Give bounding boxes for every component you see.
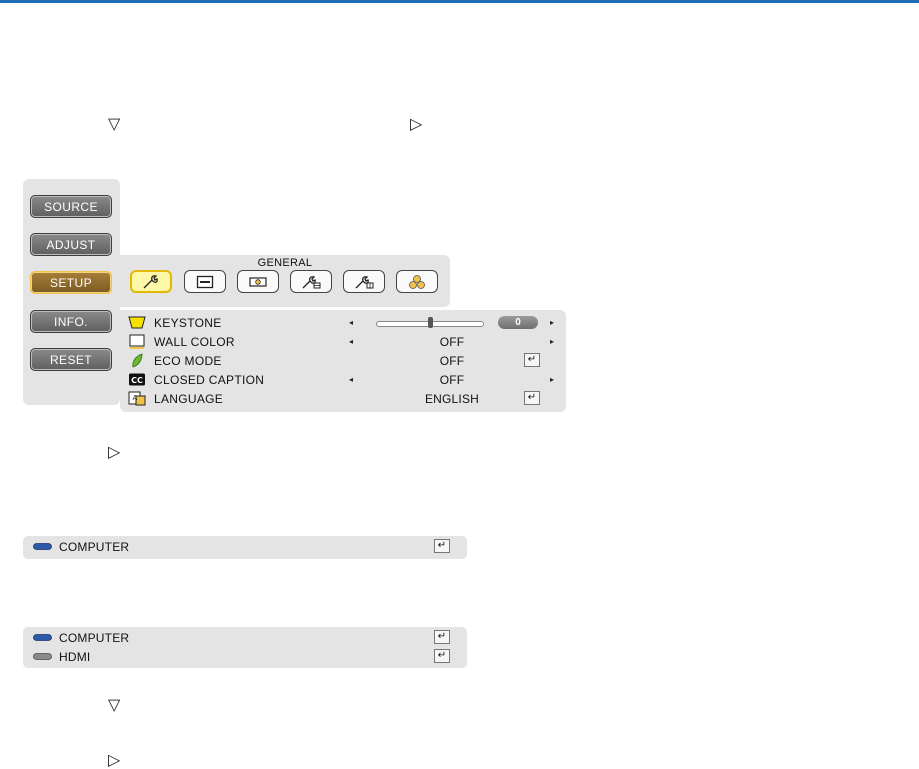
balls-icon [409, 274, 425, 289]
tab-options-1[interactable] [290, 270, 332, 293]
wall-color-label: WALL COLOR [154, 335, 235, 349]
tab-source-options[interactable] [396, 270, 438, 293]
wrench-icon [143, 274, 158, 288]
arrow-left-icon[interactable]: ◂ [349, 318, 353, 327]
right-arrow-icon: ▷ [108, 750, 121, 769]
svg-text:A: A [133, 394, 138, 402]
settings-panel: KEYSTONE ◂ 0 ▸ WALL COLOR ◂ OFF ▸ ECO MO… [120, 310, 566, 412]
closed-caption-icon: CC [129, 373, 145, 386]
menu-reset-button[interactable]: RESET [30, 348, 112, 371]
menu-setup-button[interactable]: SETUP [30, 271, 112, 294]
tab-options-2[interactable] [343, 270, 385, 293]
down-arrow-icon: ▽ [108, 114, 121, 133]
language-label: LANGUAGE [154, 392, 224, 406]
closed-caption-label: CLOSED CAPTION [154, 373, 265, 387]
source-computer-label: COMPUTER [59, 631, 130, 645]
menu-window-icon [196, 275, 214, 288]
right-arrow-icon: ▷ [410, 114, 423, 133]
language-row[interactable]: A LANGUAGE ENGLISH ↵ [120, 389, 566, 408]
eco-mode-label: ECO MODE [154, 354, 222, 368]
enter-icon[interactable]: ↵ [524, 353, 540, 367]
svg-text:CC: CC [131, 376, 143, 385]
arrow-right-icon[interactable]: ▸ [550, 337, 554, 346]
menu-source-button[interactable]: SOURCE [30, 195, 112, 218]
menu-adjust-button[interactable]: ADJUST [30, 233, 112, 256]
right-arrow-icon: ▷ [108, 442, 121, 461]
source-item-hdmi[interactable]: HDMI ↵ [23, 648, 467, 666]
closed-caption-row[interactable]: CC CLOSED CAPTION ◂ OFF ▸ [120, 370, 566, 389]
keystone-row[interactable]: KEYSTONE ◂ 0 ▸ [120, 313, 566, 332]
source-list-single: COMPUTER ↵ [23, 536, 467, 559]
eco-mode-value: OFF [439, 354, 465, 368]
wrench-settings-icon [302, 275, 321, 288]
source-hdmi-label: HDMI [59, 650, 91, 664]
enter-icon[interactable]: ↵ [524, 391, 540, 405]
source-item-computer[interactable]: COMPUTER ↵ [23, 629, 467, 647]
tab-strip: GENERAL [120, 255, 450, 307]
enter-icon[interactable]: ↵ [434, 649, 450, 663]
wall-color-row[interactable]: WALL COLOR ◂ OFF ▸ [120, 332, 566, 351]
arrow-left-icon[interactable]: ◂ [349, 337, 353, 346]
enter-icon[interactable]: ↵ [434, 539, 450, 553]
wall-color-value: OFF [439, 335, 465, 349]
tab-installation[interactable] [237, 270, 279, 293]
computer-input-icon [33, 543, 52, 550]
tab-section-title: GENERAL [257, 257, 313, 269]
wrench-settings-icon [355, 275, 374, 288]
down-arrow-icon: ▽ [108, 695, 121, 714]
arrow-right-icon[interactable]: ▸ [550, 318, 554, 327]
wall-color-icon [129, 334, 145, 349]
keystone-slider-handle[interactable] [427, 317, 433, 328]
computer-input-icon [33, 634, 52, 641]
hdmi-input-icon [33, 653, 52, 660]
main-menu-panel: SOURCE ADJUST SETUP INFO. RESET [23, 179, 120, 405]
source-computer-label: COMPUTER [59, 540, 130, 554]
projector-icon [249, 276, 267, 287]
eco-mode-row[interactable]: ECO MODE OFF ↵ [120, 351, 566, 370]
tab-menu[interactable] [184, 270, 226, 293]
top-rule [0, 0, 919, 3]
keystone-label: KEYSTONE [154, 316, 222, 330]
tab-general[interactable] [130, 270, 172, 293]
language-icon: A [128, 391, 146, 406]
keystone-icon [128, 316, 146, 329]
source-list-double: COMPUTER ↵ HDMI ↵ [23, 627, 467, 668]
closed-caption-value: OFF [439, 373, 465, 387]
arrow-left-icon[interactable]: ◂ [349, 375, 353, 384]
source-item-computer[interactable]: COMPUTER ↵ [23, 538, 467, 556]
menu-info-button[interactable]: INFO. [30, 310, 112, 333]
keystone-value: 0 [498, 316, 538, 329]
enter-icon[interactable]: ↵ [434, 630, 450, 644]
language-value: ENGLISH [424, 392, 480, 406]
leaf-icon [132, 353, 143, 368]
arrow-right-icon[interactable]: ▸ [550, 375, 554, 384]
